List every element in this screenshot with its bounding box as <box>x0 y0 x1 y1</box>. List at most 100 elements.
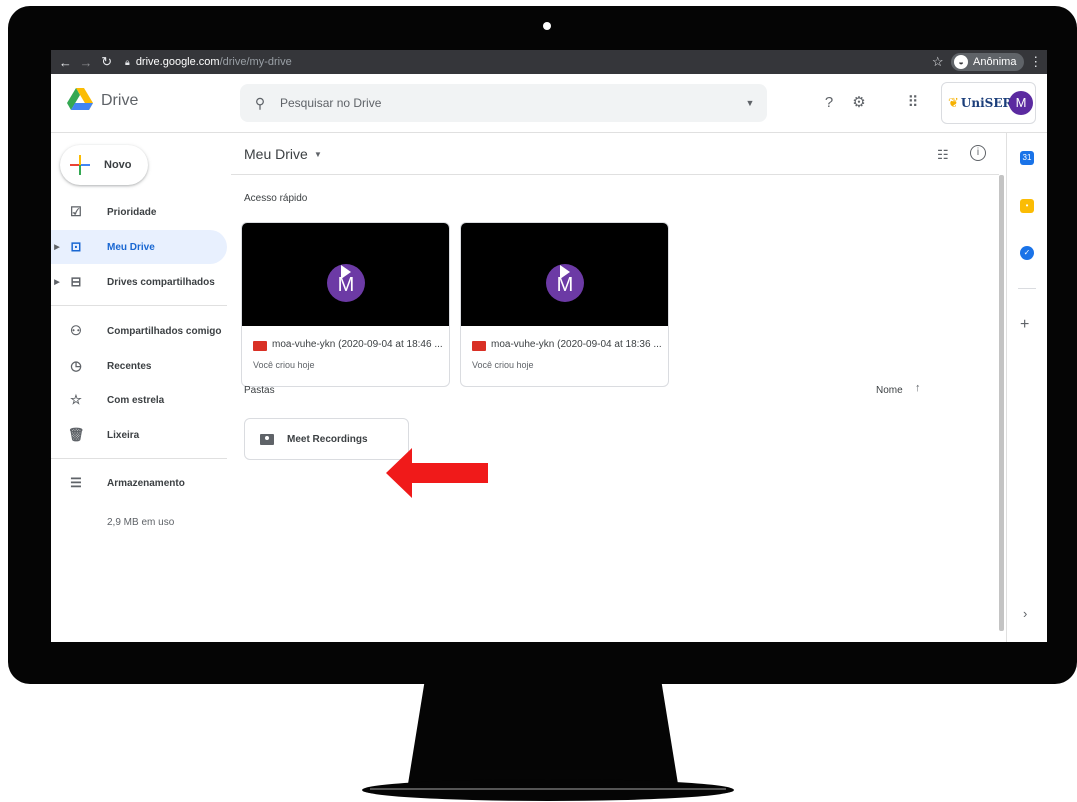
monitor-stand-base-highlight <box>370 788 726 790</box>
tasks-icon[interactable]: ✓ <box>1020 246 1034 260</box>
page-title[interactable]: Meu Drive <box>244 146 308 162</box>
incognito-icon: ◒ <box>954 55 969 69</box>
address-bar[interactable]: 🔒︎ drive.google.com /drive/my-drive <box>125 52 928 72</box>
url-host: drive.google.com <box>135 56 220 68</box>
video-thumbnail: M <box>242 223 449 326</box>
sidebar-divider <box>51 458 227 459</box>
monitor-camera <box>543 22 551 30</box>
my-drive-icon: ⊡ <box>70 239 82 254</box>
account-avatar[interactable]: M <box>1009 91 1033 115</box>
add-addon-icon[interactable]: + <box>1020 316 1029 334</box>
video-file-icon <box>472 341 486 351</box>
chevron-right-icon[interactable]: › <box>1023 606 1027 621</box>
forward-arrow-icon[interactable]: → <box>76 55 97 70</box>
trash-icon: 🗑︎ <box>67 427 85 442</box>
keep-icon[interactable]: • <box>1020 199 1034 213</box>
plus-icon <box>70 155 90 175</box>
annotation-arrow-icon <box>386 448 488 498</box>
sidebar: Novo ☑ Prioridade ▶ ⊡ Meu Drive ▶ ⊟ Driv… <box>51 133 231 642</box>
search-icon[interactable]: ⚲ <box>240 95 280 112</box>
browser-toolbar: ← → ↻ 🔒︎ drive.google.com /drive/my-driv… <box>51 50 1047 74</box>
main-scrollbar[interactable] <box>999 175 1004 642</box>
sidebar-item-label: Meu Drive <box>107 241 155 253</box>
monitor-stand-base <box>362 779 734 801</box>
main-content: Meu Drive ▼ ☷ i Acesso rápido M moa-vuhe… <box>231 133 1004 642</box>
incognito-label: Anônima <box>973 56 1017 68</box>
sidebar-item-starred[interactable]: ☆ Com estrela <box>51 383 227 417</box>
org-logo-text: UniSER <box>960 96 1013 110</box>
sort-direction-arrow-icon[interactable]: ↑ <box>915 382 921 394</box>
monitor-mockup: ← → ↻ 🔒︎ drive.google.com /drive/my-driv… <box>0 0 1077 802</box>
browser-window: ← → ↻ 🔒︎ drive.google.com /drive/my-driv… <box>51 50 1047 642</box>
sidebar-item-recent[interactable]: ◷ Recentes <box>51 349 227 383</box>
sidebar-item-label: Prioridade <box>107 206 157 218</box>
sidebar-item-label: Drives compartilhados <box>107 276 215 288</box>
expand-arrow-icon[interactable]: ▶ <box>51 243 63 251</box>
drive-logo-icon[interactable] <box>67 88 93 110</box>
file-subtitle: Você criou hoje <box>472 360 534 370</box>
folders-heading: Pastas <box>244 385 275 396</box>
url-path: /drive/my-drive <box>219 56 292 68</box>
lock-icon: 🔒︎ <box>125 56 130 67</box>
shared-drives-icon: ⊟ <box>70 274 82 289</box>
sidebar-item-label: Lixeira <box>107 429 140 441</box>
sidebar-item-my-drive[interactable]: ▶ ⊡ Meu Drive <box>51 230 227 264</box>
side-panel-divider <box>1018 288 1036 289</box>
quick-access-card[interactable]: M moa-vuhe-ykn (2020-09-04 at 18:36 ... … <box>460 222 669 387</box>
play-icon <box>341 265 351 279</box>
shared-with-me-icon: ⚇ <box>70 323 82 338</box>
search-input[interactable]: Pesquisar no Drive <box>280 96 733 110</box>
main-scrollbar-thumb[interactable] <box>999 175 1004 631</box>
file-name: moa-vuhe-ykn (2020-09-04 at 18:36 ... <box>491 339 662 350</box>
storage-icon: ☰ <box>70 475 82 490</box>
browser-menu-icon[interactable]: ⋮ <box>1024 54 1047 70</box>
help-icon[interactable]: ? <box>819 93 839 113</box>
sidebar-item-shared-with-me[interactable]: ⚇ Compartilhados comigo <box>51 314 227 348</box>
sidebar-item-label: Com estrela <box>107 394 165 406</box>
sidebar-item-trash[interactable]: 🗑︎ Lixeira <box>51 418 227 452</box>
star-icon: ☆ <box>70 392 82 407</box>
sidebar-item-storage[interactable]: ☰ Armazenamento <box>51 466 227 500</box>
sidebar-item-label: Armazenamento <box>107 477 185 489</box>
info-icon[interactable]: i <box>970 145 986 161</box>
calendar-icon[interactable]: 31 <box>1020 151 1034 165</box>
sidebar-item-label: Recentes <box>107 360 152 372</box>
monitor-stand-neck <box>408 684 678 784</box>
new-button[interactable]: Novo <box>60 145 148 185</box>
search-options-caret-icon[interactable]: ▼ <box>733 98 767 108</box>
reload-icon[interactable]: ↻ <box>96 54 117 70</box>
drive-header: Drive ⚲ Pesquisar no Drive ▼ ? ⚙ ⠿ ❦ Uni… <box>51 74 1047 133</box>
video-file-icon <box>253 341 267 351</box>
bookmark-star-icon[interactable]: ☆ <box>928 54 947 70</box>
back-arrow-icon[interactable]: ← <box>55 55 76 70</box>
expand-arrow-icon[interactable]: ▶ <box>51 278 63 286</box>
org-logo-leaf-icon: ❦ <box>948 95 959 110</box>
new-button-label: Novo <box>104 159 132 171</box>
storage-used-text: 2,9 MB em uso <box>107 517 175 528</box>
play-icon <box>560 265 570 279</box>
title-row: Meu Drive ▼ ☷ i <box>231 133 999 175</box>
video-thumbnail: M <box>461 223 668 326</box>
shared-folder-icon <box>260 433 274 445</box>
search-bar[interactable]: ⚲ Pesquisar no Drive ▼ <box>240 84 767 122</box>
sidebar-divider <box>51 305 227 306</box>
quick-access-heading: Acesso rápido <box>244 193 308 204</box>
file-name: moa-vuhe-ykn (2020-09-04 at 18:46 ... <box>272 339 443 350</box>
quick-access-card[interactable]: M moa-vuhe-ykn (2020-09-04 at 18:46 ... … <box>241 222 450 387</box>
sidebar-item-label: Compartilhados comigo <box>107 325 222 337</box>
side-panel: 31 • ✓ + › <box>1006 133 1047 642</box>
folder-meet-recordings[interactable]: Meet Recordings <box>244 418 409 460</box>
folder-name: Meet Recordings <box>287 433 368 445</box>
sidebar-item-shared-drives[interactable]: ▶ ⊟ Drives compartilhados <box>51 265 227 299</box>
priority-icon: ☑ <box>70 204 82 219</box>
file-subtitle: Você criou hoje <box>253 360 315 370</box>
sort-by-name-button[interactable]: Nome <box>876 385 903 396</box>
app-name[interactable]: Drive <box>101 92 138 110</box>
title-dropdown-caret-icon[interactable]: ▼ <box>314 150 322 159</box>
incognito-badge[interactable]: ◒ Anônima <box>951 53 1025 71</box>
sidebar-item-priority[interactable]: ☑ Prioridade <box>51 195 227 229</box>
list-view-icon[interactable]: ☷ <box>937 147 949 163</box>
clock-icon: ◷ <box>70 358 82 373</box>
apps-grid-icon[interactable]: ⠿ <box>903 93 923 113</box>
settings-gear-icon[interactable]: ⚙ <box>849 93 869 113</box>
